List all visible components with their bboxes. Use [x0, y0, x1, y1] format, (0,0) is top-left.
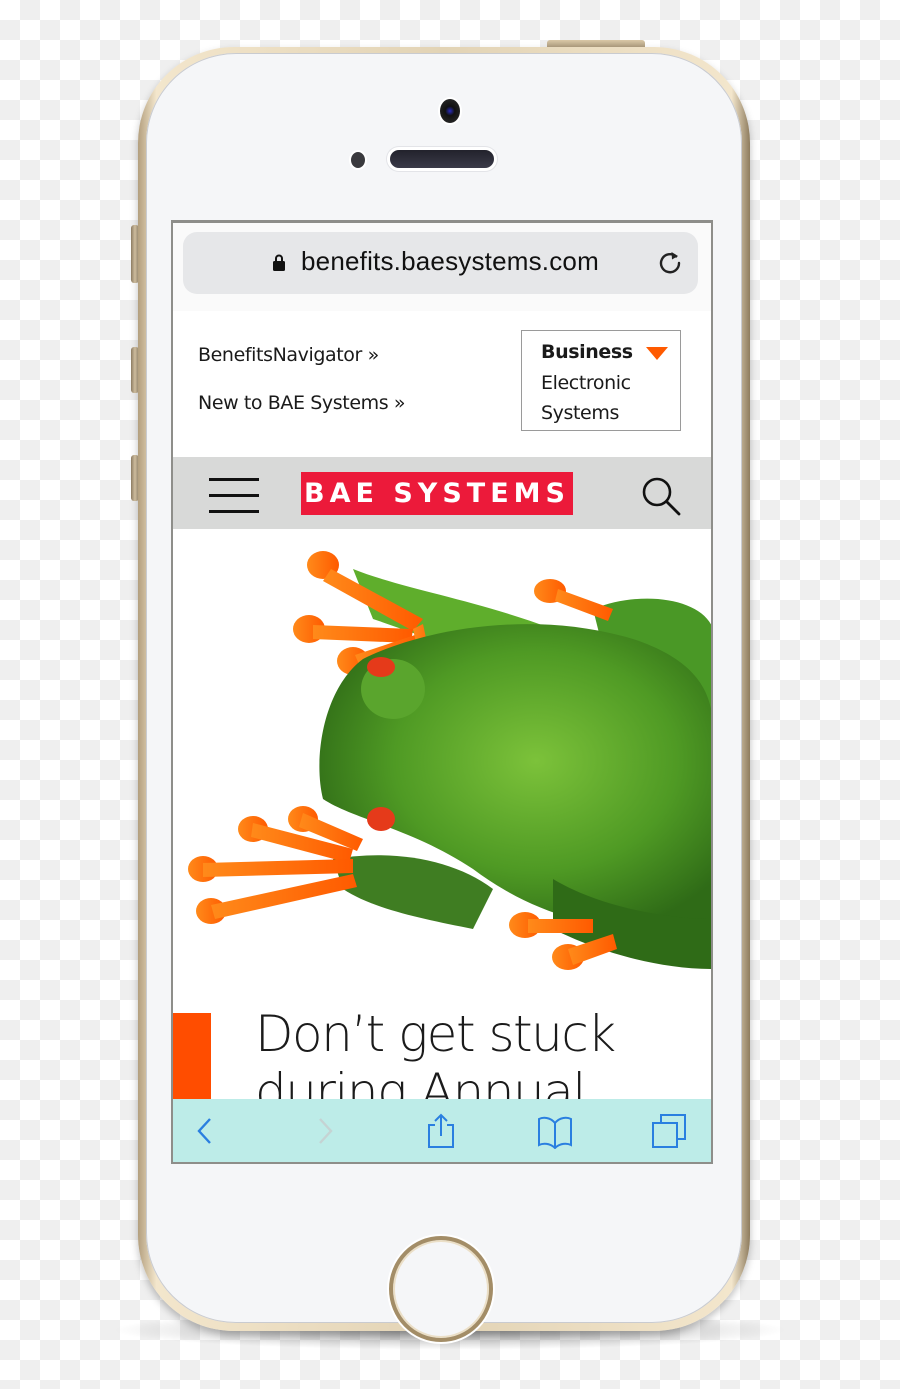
phone-screen: benefits.baesystems.com BenefitsNavigato… — [171, 220, 713, 1164]
browser-toolbar — [173, 1099, 711, 1162]
tabs-icon[interactable] — [651, 1113, 687, 1149]
browser-chrome: benefits.baesystems.com — [173, 223, 711, 312]
lock-icon — [273, 254, 285, 271]
address-bar[interactable]: benefits.baesystems.com — [183, 232, 698, 294]
frog-image — [188, 551, 711, 970]
triangle-down-icon — [646, 347, 668, 360]
hamburger-icon[interactable] — [209, 478, 259, 513]
search-icon[interactable] — [640, 475, 682, 517]
utility-nav: BenefitsNavigator » New to BAE Systems »… — [173, 311, 711, 457]
business-select-line-1: Business — [541, 341, 633, 363]
chevron-right-icon[interactable] — [307, 1113, 343, 1149]
url-text[interactable]: benefits.baesystems.com — [301, 246, 599, 277]
business-select-line-2: Electronic — [541, 372, 631, 394]
bae-systems-logo[interactable]: BAE SYSTEMS — [301, 472, 573, 515]
new-to-bae-link[interactable]: New to BAE Systems » — [198, 392, 405, 414]
proximity-sensor — [351, 152, 365, 168]
business-select-line-3: Systems — [541, 402, 619, 424]
headline-accent-bar — [173, 1013, 211, 1113]
site-header: BAE SYSTEMS — [173, 457, 711, 529]
hero-image — [173, 529, 711, 999]
business-select[interactable]: Business Electronic Systems — [521, 330, 681, 431]
chevron-left-icon[interactable] — [187, 1113, 223, 1149]
earpiece-speaker — [390, 150, 494, 168]
home-button[interactable] — [389, 1236, 493, 1342]
headline-line-1: Don’t get stuck — [255, 1005, 616, 1063]
front-camera — [440, 99, 460, 123]
share-icon[interactable] — [423, 1113, 459, 1149]
reload-icon[interactable] — [657, 250, 683, 276]
benefits-navigator-link[interactable]: BenefitsNavigator » — [198, 344, 379, 366]
book-icon[interactable] — [537, 1113, 573, 1149]
